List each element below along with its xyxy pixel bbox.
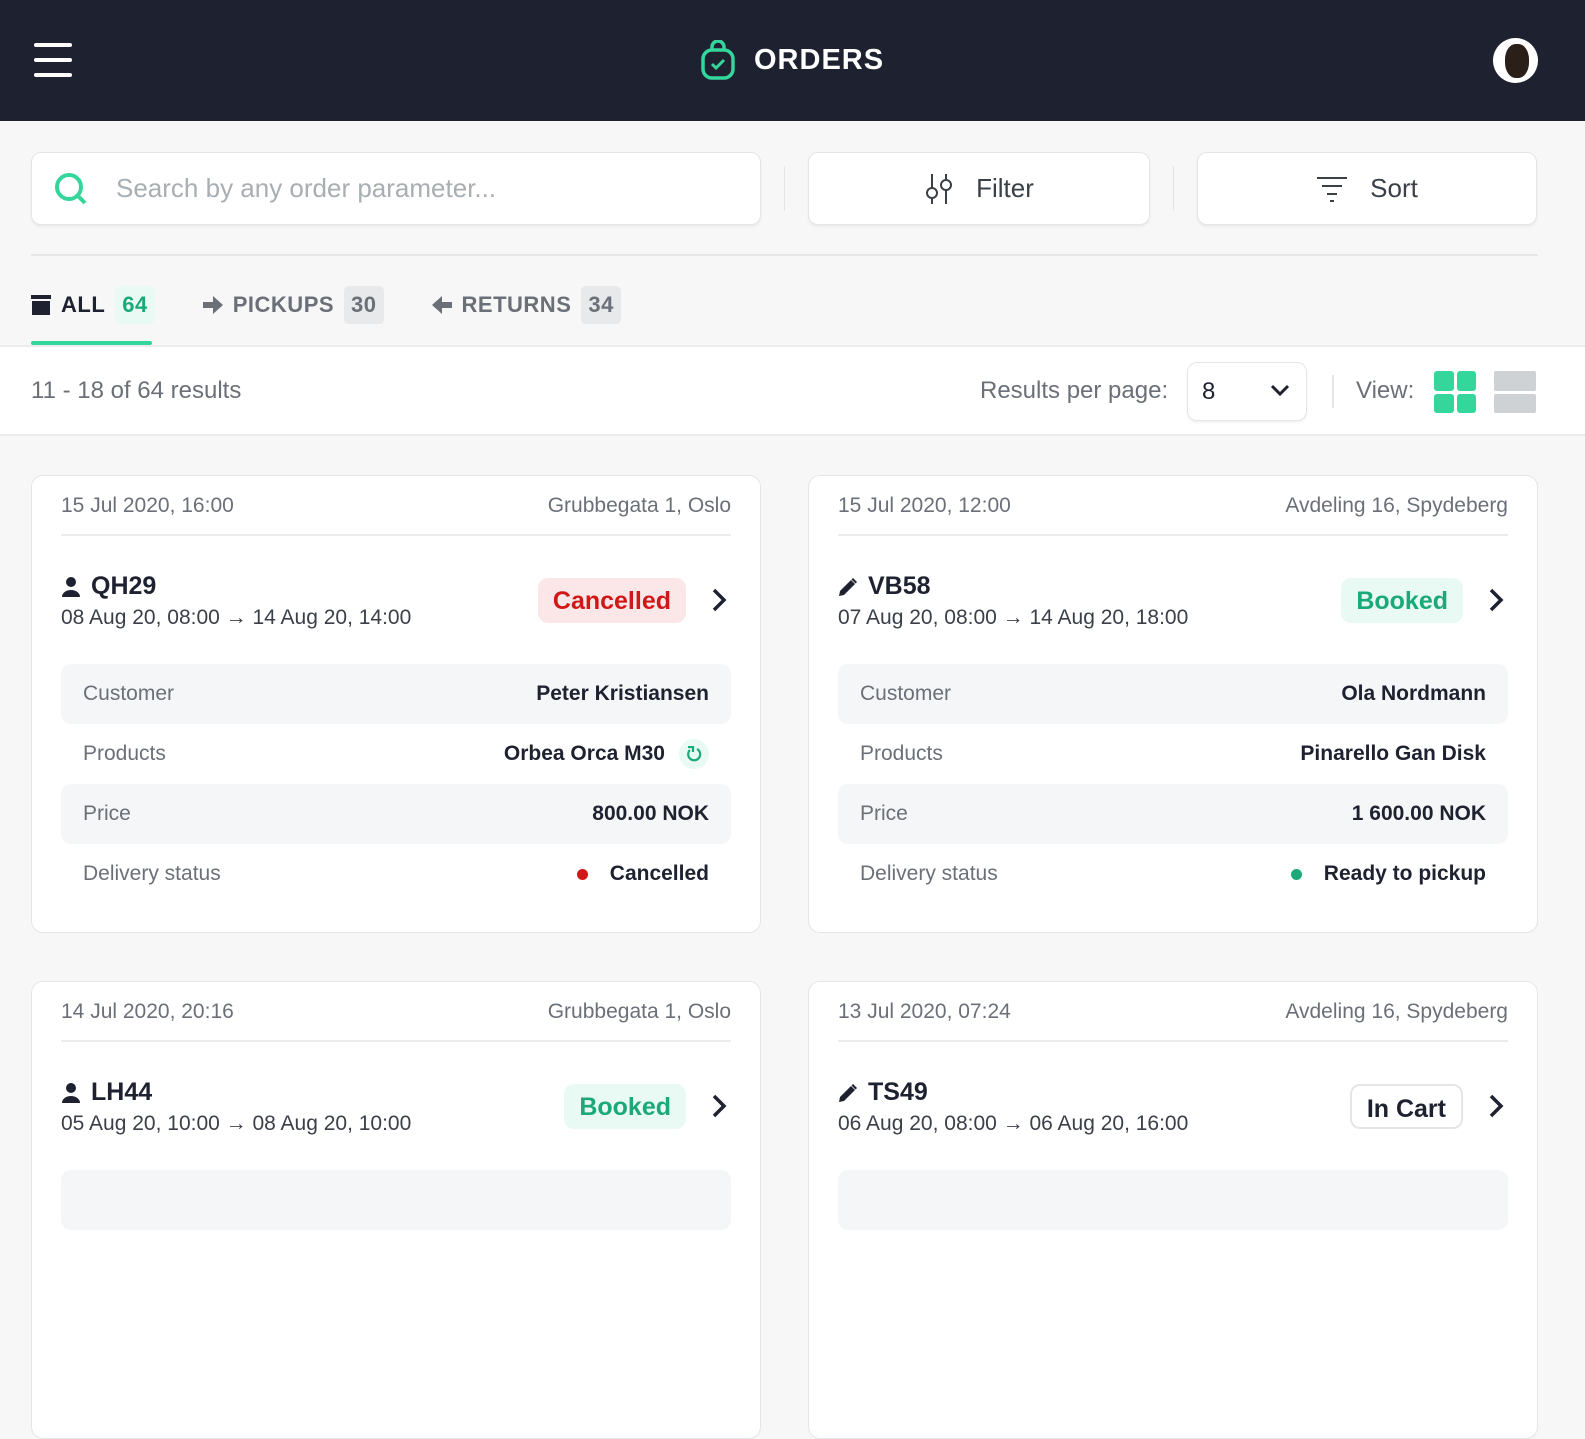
status-dot xyxy=(576,868,588,880)
order-date-range: 07 Aug 20, 08:00 → 14 Aug 20, 18:00 xyxy=(838,606,1189,629)
order-location: Grubbegata 1, Oslo xyxy=(547,1000,731,1023)
tab-pickups[interactable]: PICKUPS 30 xyxy=(202,286,384,324)
count-badge: 30 xyxy=(344,286,384,324)
arrow-left-icon xyxy=(431,296,452,314)
products-row: Products Pinarello Gan Disk xyxy=(860,742,1486,765)
order-tabs: ALL 64 PICKUPS 30 RETURNS 34 xyxy=(31,286,621,324)
order-date-range: 06 Aug 20, 08:00 → 06 Aug 20, 16:00 xyxy=(838,1112,1189,1135)
order-location: Avdeling 16, Spydeberg xyxy=(1285,494,1508,517)
list-view-icon[interactable] xyxy=(1494,371,1536,413)
page-title: ORDERS xyxy=(700,40,884,80)
chevron-right-icon[interactable] xyxy=(1488,1094,1504,1118)
order-id: VB58 xyxy=(868,572,931,600)
order-card[interactable]: 13 Jul 2020, 07:24 Avdeling 16, Spydeberg… xyxy=(808,981,1538,1439)
view-label: View: xyxy=(1356,377,1415,404)
order-date: 15 Jul 2020, 12:00 xyxy=(838,494,1011,517)
order-location: Avdeling 16, Spydeberg xyxy=(1285,1000,1508,1023)
tab-all[interactable]: ALL 64 xyxy=(31,286,155,324)
order-date: 13 Jul 2020, 07:24 xyxy=(838,1000,1011,1023)
customer-row xyxy=(61,1170,731,1230)
chevron-right-icon[interactable] xyxy=(1488,588,1504,612)
search-icon xyxy=(55,172,87,204)
shopping-bag-check-icon xyxy=(701,40,735,80)
status-badge: Booked xyxy=(1341,578,1463,623)
divider xyxy=(31,254,1538,256)
products-row: Products Orbea Orca M30 xyxy=(61,724,731,784)
results-bar: 11 - 18 of 64 results Results per page: … xyxy=(0,345,1585,436)
order-date: 14 Jul 2020, 20:16 xyxy=(61,1000,234,1023)
return-icon xyxy=(679,739,709,769)
person-icon xyxy=(62,1082,80,1103)
menu-icon[interactable] xyxy=(34,43,72,77)
chevron-down-icon xyxy=(1270,384,1290,397)
order-card[interactable]: 15 Jul 2020, 16:00 Grubbegata 1, Oslo QH2… xyxy=(31,475,761,933)
chevron-right-icon[interactable] xyxy=(711,588,727,612)
order-date-range: 05 Aug 20, 10:00 → 08 Aug 20, 10:00 xyxy=(61,1112,412,1135)
status-dot xyxy=(1290,868,1302,880)
order-date: 15 Jul 2020, 16:00 xyxy=(61,494,234,517)
price-row: Price 1 600.00 NOK xyxy=(838,784,1508,844)
results-per-page-select[interactable]: 8 xyxy=(1187,362,1307,421)
sort-icon xyxy=(1317,176,1348,202)
arrow-right-icon xyxy=(202,296,223,314)
order-location: Grubbegata 1, Oslo xyxy=(547,494,731,517)
status-badge: In Cart xyxy=(1349,1084,1463,1129)
grid-view-icon[interactable] xyxy=(1434,371,1476,413)
count-badge: 64 xyxy=(115,286,155,324)
person-icon xyxy=(62,576,80,597)
user-avatar[interactable] xyxy=(1493,38,1538,83)
customer-row xyxy=(838,1170,1508,1230)
status-badge: Booked xyxy=(564,1084,686,1129)
divider xyxy=(1332,375,1334,408)
delivery-status-row: Delivery status Cancelled xyxy=(83,862,709,885)
count-badge: 34 xyxy=(581,286,621,324)
box-icon xyxy=(31,295,51,315)
pencil-icon xyxy=(839,577,857,596)
customer-row: Customer Peter Kristiansen xyxy=(61,664,731,724)
results-count: 11 - 18 of 64 results xyxy=(31,377,242,404)
price-row: Price 800.00 NOK xyxy=(61,784,731,844)
chevron-right-icon[interactable] xyxy=(711,1094,727,1118)
results-per-page-label: Results per page: xyxy=(980,377,1169,404)
divider xyxy=(1173,166,1174,211)
sliders-icon xyxy=(926,173,953,204)
customer-row: Customer Ola Nordmann xyxy=(838,664,1508,724)
search-input[interactable]: Search by any order parameter... xyxy=(31,152,761,225)
order-id: LH44 xyxy=(91,1078,153,1106)
app-header: ORDERS xyxy=(0,0,1585,121)
order-date-range: 08 Aug 20, 08:00 → 14 Aug 20, 14:00 xyxy=(61,606,412,629)
order-id: QH29 xyxy=(91,572,157,600)
order-id: TS49 xyxy=(868,1078,928,1106)
status-badge: Cancelled xyxy=(537,578,686,623)
divider xyxy=(784,166,785,211)
delivery-status-row: Delivery status Ready to pickup xyxy=(860,862,1486,885)
sort-button[interactable]: Sort xyxy=(1197,152,1537,225)
filter-button[interactable]: Filter xyxy=(808,152,1150,225)
tab-returns[interactable]: RETURNS 34 xyxy=(431,286,621,324)
order-card[interactable]: 15 Jul 2020, 12:00 Avdeling 16, Spydeberg… xyxy=(808,475,1538,933)
pencil-icon xyxy=(839,1083,857,1102)
order-card[interactable]: 14 Jul 2020, 20:16 Grubbegata 1, Oslo LH4… xyxy=(31,981,761,1439)
